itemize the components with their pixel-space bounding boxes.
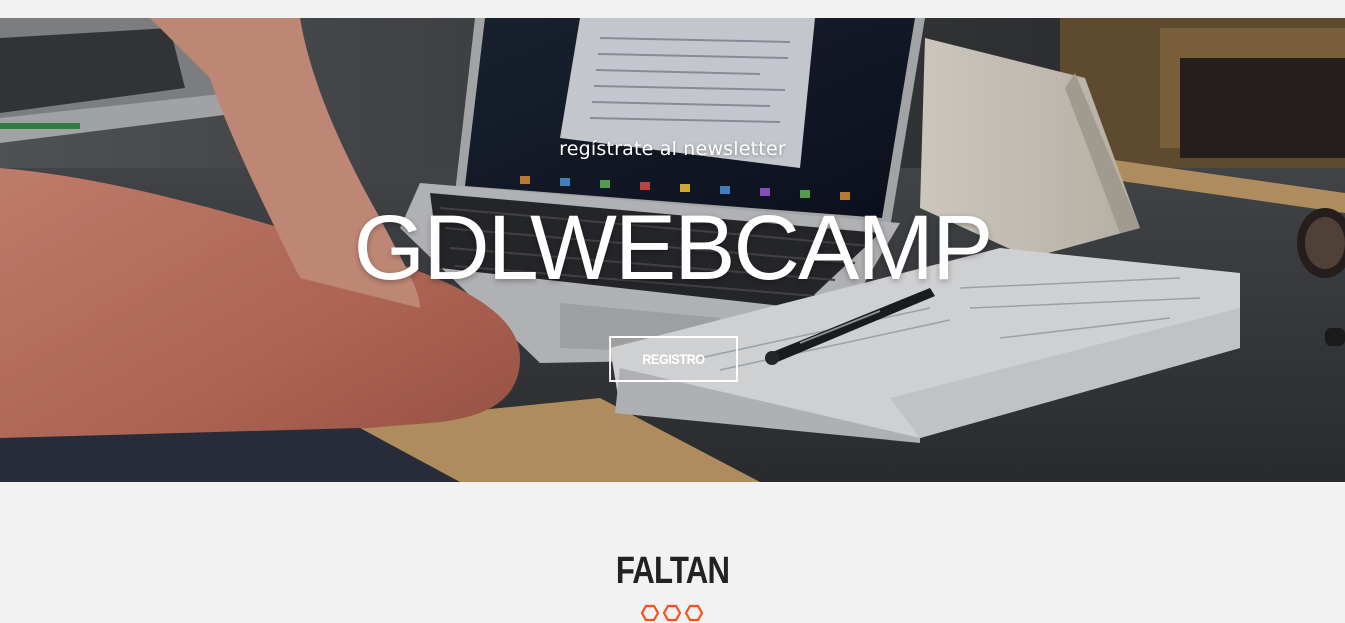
hexagon-icon [662, 604, 682, 622]
hero-section: regístrate al newsletter GDLWEBCAMP REGI… [0, 18, 1345, 482]
hexagon-divider [641, 604, 704, 622]
hero-subtitle: regístrate al newsletter [559, 138, 786, 160]
section-title: FALTAN [615, 550, 730, 592]
countdown-section: FALTAN [0, 482, 1345, 623]
hero-title: GDLWEBCAMP [353, 197, 994, 299]
page: regístrate al newsletter GDLWEBCAMP REGI… [0, 0, 1345, 623]
hexagon-icon [641, 604, 660, 622]
hexagon-icon [684, 604, 704, 622]
registro-button[interactable]: REGISTRO [609, 336, 738, 382]
